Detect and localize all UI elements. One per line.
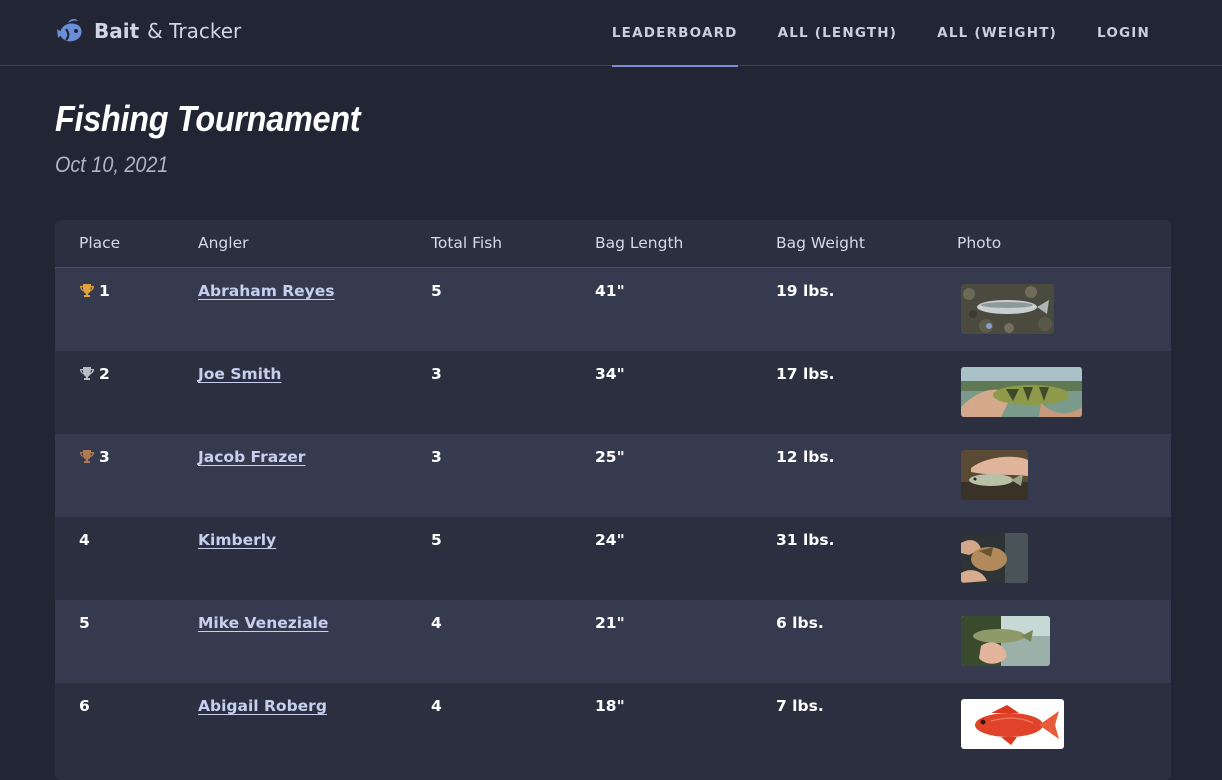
bag-weight-cell: 6 lbs. [776,614,824,632]
bag-length-cell: 41" [595,282,625,300]
bag-weight-cell: 17 lbs. [776,365,835,383]
angler-link[interactable]: Mike Veneziale [198,614,328,632]
catch-photo-thumbnail[interactable] [961,699,1064,749]
total-fish-cell: 5 [431,531,442,549]
total-fish-cell: 4 [431,697,442,715]
place-cell: 6 [79,697,90,715]
bag-length-cell: 34" [595,365,625,383]
bag-length-cell: 21" [595,614,625,632]
catch-photo-thumbnail[interactable] [961,616,1050,666]
place-cell: 1 [79,282,110,300]
silver-trophy-icon [80,367,94,380]
fish-logo-icon [57,18,82,42]
table-row: 6 Abigail Roberg 4 18" 7 lbs. [55,683,1171,766]
header-total-fish: Total Fish [431,234,503,252]
place-value: 4 [79,531,90,549]
table-row: 1 Abraham Reyes 5 41" 19 lbs. [55,268,1171,351]
place-value: 3 [99,448,110,466]
angler-link[interactable]: Abraham Reyes [198,282,335,300]
brand-logo-link[interactable]: Bait & Tracker [54,14,241,48]
table-row: 3 Jacob Frazer 3 25" 12 lbs. [55,434,1171,517]
leaderboard-table: Place Angler Total Fish Bag Length Bag W… [55,220,1171,780]
place-value: 1 [99,282,110,300]
gold-trophy-icon [80,284,94,297]
table-row: 2 Joe Smith 3 34" 17 lbs. [55,351,1171,434]
bag-length-cell: 25" [595,448,625,466]
catch-photo-thumbnail[interactable] [961,284,1054,334]
table-row: 4 Kimberly 5 24" 31 lbs. [55,517,1171,600]
header-place: Place [79,234,121,252]
bag-weight-cell: 12 lbs. [776,448,835,466]
header-photo: Photo [957,234,1002,252]
header-angler: Angler [198,234,249,252]
nav-login[interactable]: LOGIN [1097,0,1150,66]
nav-all-length[interactable]: ALL (LENGTH) [778,0,898,66]
total-fish-cell: 3 [431,448,442,466]
nav-all-weight[interactable]: ALL (WEIGHT) [937,0,1057,66]
place-cell: 2 [79,365,110,383]
brand-name-strong: Bait [94,19,140,43]
place-value: 5 [79,614,90,632]
bag-length-cell: 18" [595,697,625,715]
brand-name-rest: & Tracker [147,19,242,43]
catch-photo-thumbnail[interactable] [961,533,1028,583]
bag-weight-cell: 19 lbs. [776,282,835,300]
tournament-date: Oct 10, 2021 [55,152,169,177]
angler-link[interactable]: Abigail Roberg [198,697,327,715]
bag-length-cell: 24" [595,531,625,549]
catch-photo-thumbnail[interactable] [961,450,1028,500]
place-cell: 3 [79,448,110,466]
place-cell: 5 [79,614,90,632]
angler-link[interactable]: Jacob Frazer [198,448,305,466]
place-value: 6 [79,697,90,715]
table-header-row: Place Angler Total Fish Bag Length Bag W… [55,220,1171,268]
nav-leaderboard[interactable]: LEADERBOARD [611,0,738,67]
top-navbar: Bait & Tracker LEADERBOARD ALL (LENGTH) … [0,0,1222,67]
catch-photo-thumbnail[interactable] [961,367,1082,417]
bronze-trophy-icon [80,450,94,463]
angler-link[interactable]: Kimberly [198,531,276,549]
place-value: 2 [99,365,110,383]
header-bag-weight: Bag Weight [776,234,865,252]
table-row: 5 Mike Veneziale 4 21" 6 lbs. [55,600,1171,683]
total-fish-cell: 3 [431,365,442,383]
bag-weight-cell: 31 lbs. [776,531,835,549]
place-cell: 4 [79,531,90,549]
total-fish-cell: 5 [431,282,442,300]
nav-links: LEADERBOARD ALL (LENGTH) ALL (WEIGHT) LO… [572,0,1150,67]
header-bag-length: Bag Length [595,234,684,252]
bag-weight-cell: 7 lbs. [776,697,824,715]
page-title: Fishing Tournament [55,98,361,139]
total-fish-cell: 4 [431,614,442,632]
angler-link[interactable]: Joe Smith [198,365,281,383]
